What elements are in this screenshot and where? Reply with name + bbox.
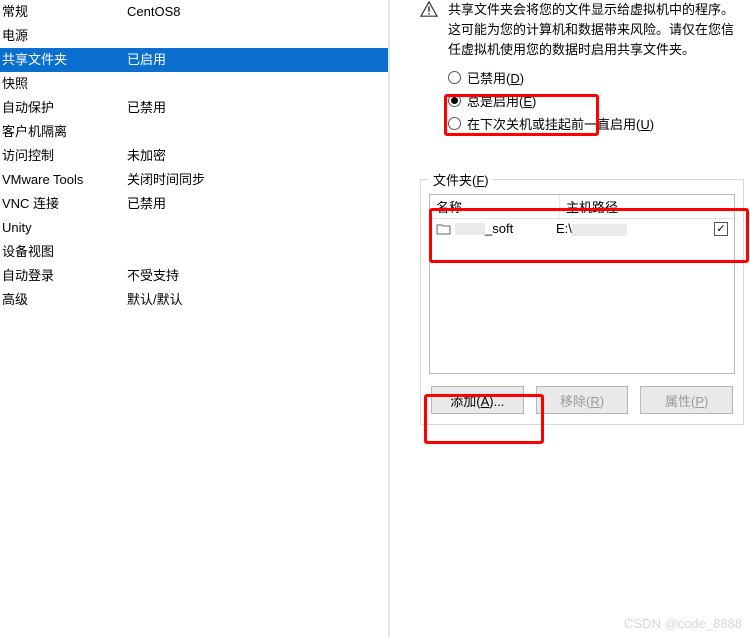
- sidebar-item-shared-folders[interactable]: 共享文件夹 已启用: [0, 48, 388, 72]
- column-path[interactable]: 主机路径: [560, 195, 734, 218]
- folder-row[interactable]: _soft E:\ ✓: [430, 219, 734, 238]
- sidebar-label: 设备视图: [2, 242, 127, 262]
- sidebar-item-power[interactable]: 电源: [0, 24, 388, 48]
- properties-button[interactable]: 属性(P): [640, 386, 733, 414]
- sidebar-item-device-view[interactable]: 设备视图: [0, 240, 388, 264]
- sidebar-label: 常规: [2, 2, 127, 22]
- sidebar-value: 已启用: [127, 50, 388, 70]
- sidebar-label: 自动保护: [2, 98, 127, 118]
- shared-folders-panel: 共享文件夹会将您的文件显示给虚拟机中的程序。这可能为您的计算机和数据带来风险。请…: [390, 0, 750, 637]
- sidebar-value: 不受支持: [127, 266, 388, 286]
- radio-label: 在下次关机或挂起前一直启用(U): [467, 114, 654, 133]
- radio-icon: [448, 117, 461, 130]
- sidebar-item-autoprotect[interactable]: 自动保护 已禁用: [0, 96, 388, 120]
- sidebar-value: [127, 26, 388, 46]
- settings-category-list: 常规 CentOS8 电源 共享文件夹 已启用 快照 自动保护 已禁用 客户机隔…: [0, 0, 390, 637]
- sidebar-value: [127, 218, 388, 238]
- sidebar-item-guest-isolation[interactable]: 客户机隔离: [0, 120, 388, 144]
- sidebar-label: Unity: [2, 218, 127, 238]
- radio-label: 总是启用(E): [467, 91, 536, 110]
- radio-icon: [448, 71, 461, 84]
- fieldset-legend: 文件夹(F): [429, 170, 493, 189]
- enable-radio-group: 已禁用(D) 总是启用(E) 在下次关机或挂起前一直启用(U): [448, 66, 744, 135]
- folders-fieldset: 文件夹(F) 名称 主机路径 _soft E:\ ✓: [420, 179, 744, 425]
- sidebar-item-unity[interactable]: Unity: [0, 216, 388, 240]
- sidebar-value: 已禁用: [127, 194, 388, 214]
- sidebar-item-auto-login[interactable]: 自动登录 不受支持: [0, 264, 388, 288]
- list-header: 名称 主机路径: [430, 195, 734, 219]
- radio-disabled[interactable]: 已禁用(D): [448, 66, 744, 89]
- sidebar-label: 访问控制: [2, 146, 127, 166]
- sidebar-label: 电源: [2, 26, 127, 46]
- sidebar-item-access-control[interactable]: 访问控制 未加密: [0, 144, 388, 168]
- column-name[interactable]: 名称: [430, 195, 560, 218]
- sidebar-label: 高级: [2, 290, 127, 310]
- folder-icon: [436, 222, 451, 235]
- sidebar-item-snapshot[interactable]: 快照: [0, 72, 388, 96]
- sidebar-value: [127, 122, 388, 142]
- folders-list[interactable]: 名称 主机路径 _soft E:\ ✓: [429, 194, 735, 374]
- add-button[interactable]: 添加(A)...: [431, 386, 524, 414]
- sidebar-value: 关闭时间同步: [127, 170, 388, 190]
- sidebar-item-advanced[interactable]: 高级 默认/默认: [0, 288, 388, 312]
- warning-text: 共享文件夹会将您的文件显示给虚拟机中的程序。这可能为您的计算机和数据带来风险。请…: [448, 0, 744, 60]
- sidebar-label: 自动登录: [2, 266, 127, 286]
- sidebar-value: 未加密: [127, 146, 388, 166]
- sidebar-item-general[interactable]: 常规 CentOS8: [0, 0, 388, 24]
- sidebar-value: 默认/默认: [127, 290, 388, 310]
- radio-icon: [448, 94, 461, 107]
- folder-enabled-checkbox[interactable]: ✓: [714, 222, 728, 236]
- sidebar-value: CentOS8: [127, 2, 388, 22]
- sidebar-label: 客户机隔离: [2, 122, 127, 142]
- sidebar-label: VMware Tools: [2, 170, 127, 190]
- sidebar-value: [127, 242, 388, 262]
- sidebar-label: 共享文件夹: [2, 50, 127, 70]
- sidebar-value: [127, 74, 388, 94]
- sidebar-label: VNC 连接: [2, 194, 127, 214]
- radio-always-enabled[interactable]: 总是启用(E): [448, 89, 744, 112]
- remove-button[interactable]: 移除(R): [536, 386, 629, 414]
- sidebar-item-vmware-tools[interactable]: VMware Tools 关闭时间同步: [0, 168, 388, 192]
- warning-icon: [420, 0, 438, 18]
- sidebar-value: 已禁用: [127, 98, 388, 118]
- folder-path-cell: E:\: [556, 221, 714, 236]
- sidebar-label: 快照: [2, 74, 127, 94]
- radio-until-shutdown[interactable]: 在下次关机或挂起前一直启用(U): [448, 112, 744, 135]
- warning-block: 共享文件夹会将您的文件显示给虚拟机中的程序。这可能为您的计算机和数据带来风险。请…: [420, 0, 744, 60]
- watermark: CSDN @code_8888: [624, 616, 742, 631]
- sidebar-item-vnc[interactable]: VNC 连接 已禁用: [0, 192, 388, 216]
- radio-label: 已禁用(D): [467, 68, 524, 87]
- button-row: 添加(A)... 移除(R) 属性(P): [429, 386, 735, 414]
- folder-name-cell: _soft: [436, 221, 556, 236]
